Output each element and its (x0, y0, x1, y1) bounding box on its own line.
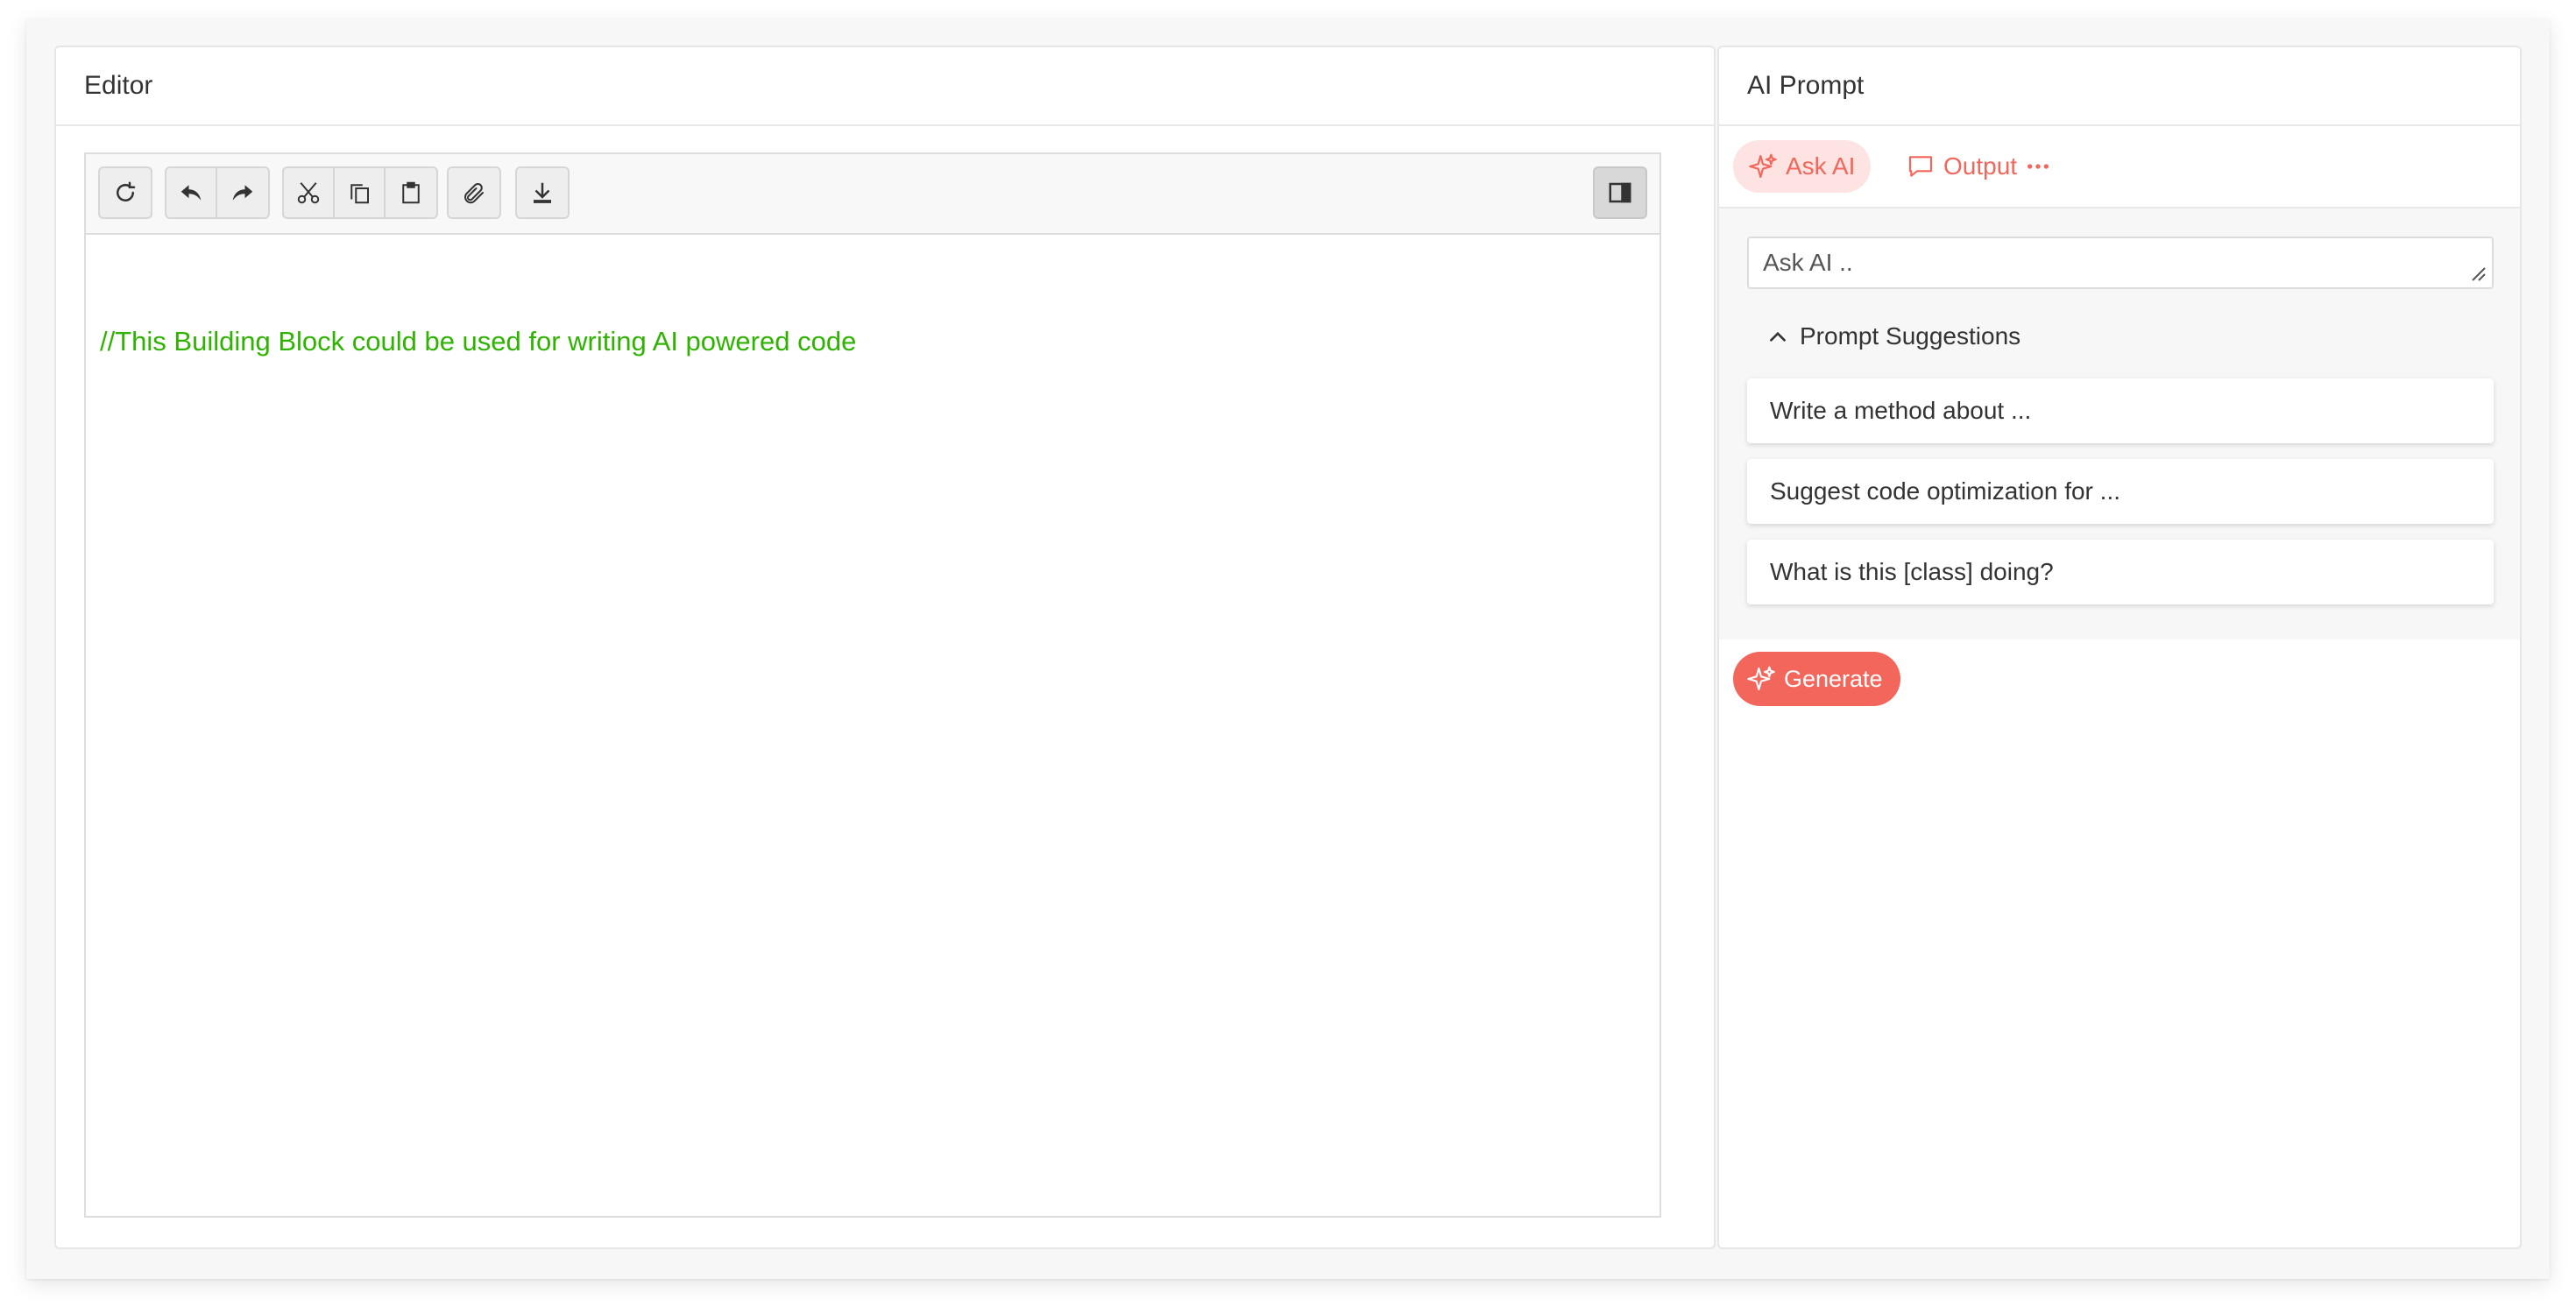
app-frame: Editor //This Building Block could be us… (26, 19, 2550, 1279)
redo-button[interactable] (217, 168, 268, 217)
attach-icon (464, 182, 484, 204)
ask-ai-input[interactable]: Ask AI .. (1747, 237, 2494, 289)
editor-panel: Editor //This Building Block could be us… (54, 46, 1716, 1249)
generate-label: Generate (1784, 665, 1883, 692)
ai-prompt-title: AI Prompt (1719, 47, 2520, 126)
more-options-button[interactable] (2008, 140, 2077, 193)
ai-prompt-panel: AI Prompt Ask AI Output Ask AI .. Prompt… (1717, 46, 2522, 1249)
ask-ai-section: Ask AI .. Prompt Suggestions Write a met… (1719, 208, 2520, 639)
tab-ask-ai[interactable]: Ask AI (1733, 140, 1872, 193)
toolbar-group-history (165, 166, 270, 219)
redo-icon (232, 185, 253, 201)
editor-toolbar (86, 154, 1660, 235)
sidebar-toggle-icon (1609, 182, 1631, 203)
prompt-suggestions-toggle[interactable]: Prompt Suggestions (1766, 322, 2020, 350)
undo-icon (180, 185, 202, 201)
ai-tab-bar: Ask AI Output (1719, 126, 2520, 208)
ask-ai-placeholder: Ask AI .. (1763, 249, 1853, 276)
cut-button[interactable] (284, 168, 335, 217)
copy-button[interactable] (335, 168, 386, 217)
more-dots-icon (2028, 164, 2049, 169)
download-icon (534, 182, 551, 203)
prompt-suggestions-label: Prompt Suggestions (1800, 322, 2021, 350)
tab-ask-ai-label: Ask AI (1786, 152, 1856, 180)
download-button[interactable] (517, 168, 568, 217)
sparkle-icon (1747, 666, 1775, 691)
code-editor[interactable]: //This Building Block could be used for … (84, 152, 1661, 1218)
attach-button[interactable] (449, 168, 499, 217)
toolbar-group-download (515, 166, 570, 219)
refresh-button[interactable] (100, 168, 151, 217)
tab-output-label: Output (1943, 152, 2018, 180)
code-comment-line[interactable]: //This Building Block could be used for … (100, 326, 856, 357)
undo-button[interactable] (166, 168, 217, 217)
copy-icon (350, 184, 369, 204)
toggle-preview-button[interactable] (1593, 166, 1647, 219)
resize-grip-icon[interactable] (2469, 265, 2487, 282)
sparkle-icon (1749, 153, 1777, 179)
toolbar-group-refresh (98, 166, 152, 219)
chevron-up-icon (1770, 331, 1786, 342)
suggestion-item[interactable]: What is this [class] doing? (1747, 540, 2494, 604)
toolbar-group-clipboard (282, 166, 438, 219)
paste-button[interactable] (386, 168, 436, 217)
toolbar-group-attach (447, 166, 501, 219)
suggestion-item[interactable]: Write a method about ... (1747, 378, 2494, 443)
refresh-icon (117, 181, 136, 201)
suggestion-item[interactable]: Suggest code optimization for ... (1747, 459, 2494, 524)
chat-bubble-icon (1908, 156, 1933, 177)
paste-icon (402, 181, 420, 204)
generate-button[interactable]: Generate (1733, 652, 1900, 706)
cut-icon (297, 182, 320, 204)
editor-panel-title: Editor (56, 47, 1714, 126)
